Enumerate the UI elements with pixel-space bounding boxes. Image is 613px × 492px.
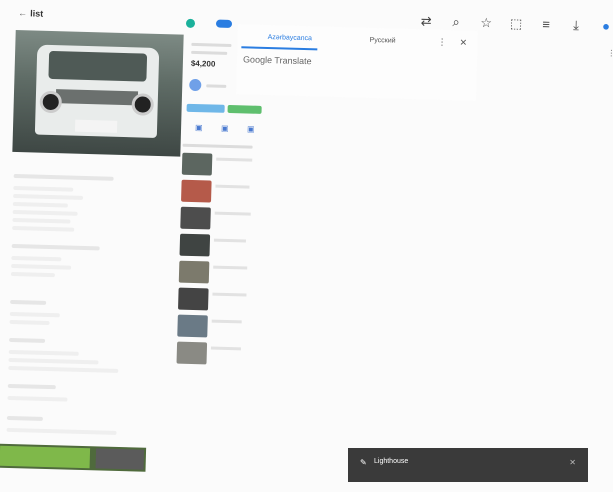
list-item-title bbox=[210, 346, 241, 351]
status-badge bbox=[215, 19, 233, 29]
back-link[interactable]: ← list bbox=[18, 8, 43, 19]
close-icon[interactable]: ✕ bbox=[459, 37, 467, 48]
back-arrow-icon: ← bbox=[18, 8, 28, 19]
lighthouse-toast: ✎ Lighthouse ✕ bbox=[348, 448, 588, 482]
car-image bbox=[34, 44, 160, 138]
message-button[interactable] bbox=[227, 104, 262, 114]
seller-name[interactable] bbox=[206, 84, 227, 88]
detail-row bbox=[12, 201, 68, 208]
ad-banner[interactable] bbox=[0, 443, 147, 472]
scrollbar[interactable]: ⋮ bbox=[607, 49, 613, 58]
list-item-title bbox=[212, 292, 247, 297]
car-headlight-left bbox=[39, 90, 63, 114]
detail-row bbox=[13, 193, 84, 200]
listing-photo[interactable] bbox=[12, 29, 184, 157]
listing-price: $4,200 bbox=[190, 58, 216, 69]
list-item[interactable] bbox=[178, 287, 209, 311]
active-tab-indicator bbox=[241, 46, 318, 51]
ad-banner-text-area bbox=[0, 445, 91, 469]
translate-provider: Google Translate bbox=[242, 54, 312, 67]
list-item[interactable] bbox=[177, 314, 208, 338]
detail-row bbox=[9, 319, 50, 326]
list-item[interactable] bbox=[181, 179, 212, 203]
detail-row bbox=[8, 349, 79, 356]
list-item-title bbox=[215, 184, 250, 189]
back-link-label: list bbox=[30, 8, 44, 19]
translate-popup: Azərbaycanca Русский ⋮ ✕ Google Translat… bbox=[236, 24, 478, 101]
detail-heading bbox=[13, 173, 114, 181]
detail-heading bbox=[10, 299, 47, 305]
detail-row bbox=[11, 255, 62, 262]
seller-avatar-icon[interactable] bbox=[189, 78, 202, 92]
license-plate bbox=[74, 119, 118, 133]
ad-banner-image bbox=[95, 448, 145, 470]
download-icon[interactable]: ⤓ bbox=[568, 17, 584, 33]
list-item-title bbox=[213, 265, 248, 270]
car-window bbox=[48, 50, 148, 82]
list-item[interactable] bbox=[181, 152, 213, 176]
car-headlight-right bbox=[131, 93, 155, 116]
list-item-title bbox=[211, 319, 242, 324]
detail-row bbox=[10, 271, 55, 278]
detail-row bbox=[12, 225, 75, 232]
detail-row bbox=[12, 217, 71, 224]
list-item[interactable] bbox=[179, 233, 211, 257]
lighthouse-icon: ✎ bbox=[360, 458, 367, 467]
car-grille bbox=[55, 89, 139, 106]
more-options-icon[interactable]: ⋮ bbox=[437, 37, 446, 48]
tab-russian[interactable]: Русский bbox=[370, 37, 396, 45]
detail-heading bbox=[6, 415, 43, 421]
seller-avatar[interactable] bbox=[185, 18, 196, 28]
favorite-icon[interactable]: ▣ bbox=[221, 124, 229, 133]
detail-row bbox=[13, 185, 74, 192]
detail-heading bbox=[7, 383, 56, 390]
detail-heading bbox=[9, 337, 46, 343]
detail-row bbox=[11, 263, 72, 270]
listing-meta bbox=[191, 42, 232, 48]
share-icon[interactable]: ▣ bbox=[195, 123, 203, 132]
translate-icon[interactable]: ⇄ bbox=[418, 13, 434, 29]
media-icon[interactable]: ≡ bbox=[538, 17, 554, 33]
detail-row bbox=[7, 395, 68, 402]
list-item[interactable] bbox=[176, 341, 208, 365]
detail-row bbox=[6, 427, 117, 435]
report-icon[interactable]: ▣ bbox=[247, 124, 255, 133]
similar-listings-title bbox=[182, 143, 253, 149]
list-item-title bbox=[214, 211, 251, 216]
star-icon[interactable]: ☆ bbox=[478, 15, 494, 31]
detail-row bbox=[8, 357, 99, 365]
listing-meta bbox=[191, 50, 228, 55]
profile-icon[interactable]: ● bbox=[598, 18, 613, 34]
detail-row bbox=[8, 365, 119, 373]
toast-text: Lighthouse bbox=[374, 458, 409, 465]
close-icon[interactable]: ✕ bbox=[569, 458, 576, 467]
list-item[interactable] bbox=[178, 260, 210, 284]
detail-heading bbox=[11, 243, 100, 251]
call-button[interactable] bbox=[186, 103, 225, 113]
list-item-title bbox=[216, 157, 253, 162]
extensions-icon[interactable]: ⬚ bbox=[508, 16, 524, 32]
detail-row bbox=[12, 209, 78, 216]
search-icon[interactable]: ⌕ bbox=[448, 14, 464, 30]
list-item[interactable] bbox=[180, 206, 211, 230]
detail-row bbox=[9, 311, 60, 318]
page: ⇄ ⌕ ☆ ⬚ ≡ ⤓ ● ⋮ ←list bbox=[0, 0, 613, 492]
list-item-title bbox=[213, 238, 246, 243]
tab-azerbaijani[interactable]: Azərbaycanca bbox=[268, 34, 313, 42]
